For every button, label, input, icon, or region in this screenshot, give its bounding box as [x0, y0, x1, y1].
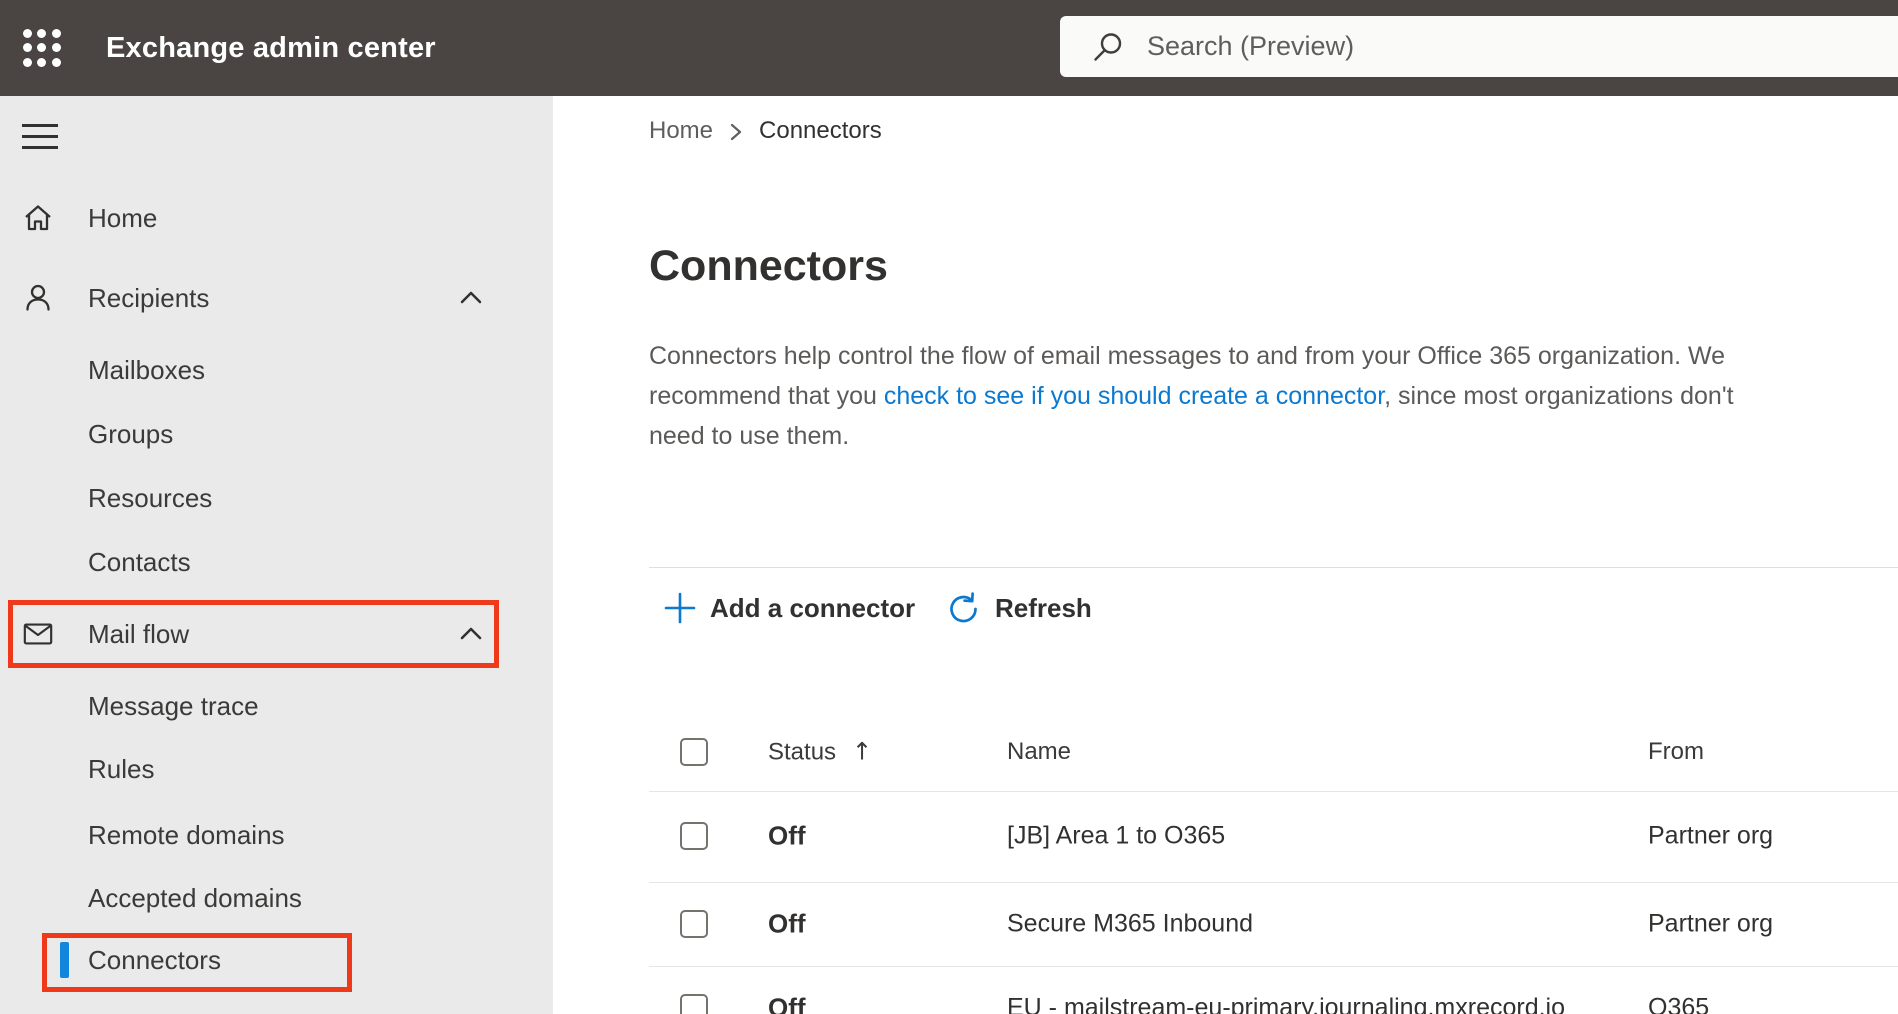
sidebar-item-rules[interactable]: Rules [0, 737, 553, 801]
breadcrumb-current: Connectors [759, 117, 882, 144]
cell-status: Off [768, 992, 806, 1014]
cell-name[interactable]: [JB] Area 1 to O365 [1007, 822, 1225, 851]
app-title: Exchange admin center [106, 31, 436, 64]
sidebar-item-resources[interactable]: Resources [0, 466, 553, 530]
row-checkbox[interactable] [680, 822, 708, 850]
chevron-up-icon[interactable] [458, 625, 484, 643]
sidebar-item-label: Message trace [88, 690, 259, 721]
refresh-label: Refresh [995, 592, 1092, 623]
description-text: , since most organizations don't [1384, 382, 1734, 410]
sidebar-item-recipients[interactable]: Recipients [0, 266, 553, 330]
description-line: Connectors help control the flow of emai… [649, 342, 1726, 370]
toolbar: Add a connector Refresh [553, 582, 1898, 634]
search-icon [1092, 31, 1124, 63]
sidebar-item-home[interactable]: Home [0, 186, 553, 250]
sidebar-item-mail-flow[interactable]: Mail flow [0, 602, 553, 666]
sidebar-item-label: Contacts [88, 546, 191, 577]
sidebar-item-label: Mailboxes [88, 354, 206, 385]
home-icon [22, 202, 54, 234]
top-app-bar: Exchange admin center [0, 0, 1898, 96]
column-header-from[interactable]: From [1648, 738, 1704, 766]
sidebar-item-label: Remote domains [88, 819, 285, 850]
sidebar-item-label: Mail flow [88, 618, 190, 649]
cell-status: Off [768, 820, 806, 851]
sidebar-item-label: Accepted domains [88, 882, 302, 913]
sidebar-item-label: Rules [88, 753, 155, 784]
cell-from: O365 [1648, 993, 1710, 1014]
chevron-right-icon [730, 123, 742, 141]
sidebar-item-accepted-domains[interactable]: Accepted domains [0, 866, 553, 930]
sidebar-item-label: Resources [88, 482, 213, 513]
column-header-name[interactable]: Name [1007, 738, 1071, 766]
search-input[interactable] [1124, 16, 1898, 77]
select-all-checkbox[interactable] [680, 738, 708, 766]
page-title: Connectors [649, 242, 888, 290]
sort-ascending-icon: ↑ [852, 737, 873, 766]
cell-status: Off [768, 908, 806, 939]
person-icon [22, 282, 54, 314]
selected-item-indicator [60, 942, 69, 978]
sidebar-item-label: Home [88, 202, 158, 233]
cell-from: Partner org [1648, 909, 1774, 938]
breadcrumb: Home Connectors [649, 114, 882, 148]
breadcrumb-home-link[interactable]: Home [649, 117, 713, 145]
hamburger-menu-icon[interactable] [22, 124, 58, 150]
sidebar-item-label: Connectors [88, 944, 221, 975]
main-content: Home Connectors Connectors Connectors he… [553, 96, 1898, 1014]
sidebar-item-message-trace[interactable]: Message trace [0, 674, 553, 738]
sidebar-item-groups[interactable]: Groups [0, 402, 553, 466]
description-text: recommend that you [649, 382, 884, 410]
sidebar-item-contacts[interactable]: Contacts [0, 530, 553, 594]
refresh-icon [950, 591, 977, 622]
app-launcher-waffle-icon[interactable] [20, 26, 64, 70]
page-description: Connectors help control the flow of emai… [649, 336, 1734, 456]
column-header-status[interactable]: Status ↑ [768, 738, 872, 767]
cell-name[interactable]: Secure M365 Inbound [1007, 910, 1253, 939]
add-connector-label: Add a connector [710, 592, 916, 623]
sidebar-item-mailboxes[interactable]: Mailboxes [0, 338, 553, 402]
table-row[interactable]: Off [JB] Area 1 to O365 Partner org [553, 792, 1898, 882]
toolbar-divider [649, 567, 1898, 568]
sidebar-nav: Home Recipients Mailboxes Groups Resourc… [0, 96, 553, 1014]
search-box[interactable] [1060, 16, 1898, 77]
add-connector-button[interactable]: Add a connector [663, 582, 915, 634]
envelope-icon [22, 620, 54, 648]
description-line: need to use them. [649, 422, 850, 450]
row-checkbox[interactable] [680, 994, 708, 1014]
sidebar-item-label: Groups [88, 418, 174, 449]
row-checkbox[interactable] [680, 910, 708, 938]
sidebar-item-remote-domains[interactable]: Remote domains [0, 803, 553, 867]
table-row[interactable]: Off EU - mailstream-eu-primary.journalin… [553, 966, 1898, 1014]
sidebar-item-connectors[interactable]: Connectors [0, 928, 553, 992]
table-row[interactable]: Off Secure M365 Inbound Partner org [553, 882, 1898, 966]
refresh-button[interactable]: Refresh [945, 582, 1092, 634]
plus-icon [664, 592, 696, 624]
create-connector-check-link[interactable]: check to see if you should create a conn… [884, 382, 1384, 410]
description-line: recommend that you check to see if you s… [649, 376, 1734, 416]
cell-from: Partner org [1648, 821, 1774, 850]
cell-name[interactable]: EU - mailstream-eu-primary.journaling.mx… [1007, 994, 1565, 1014]
chevron-up-icon[interactable] [458, 289, 484, 307]
sidebar-item-label: Recipients [88, 282, 210, 313]
table-header-row: Status ↑ Name From [553, 713, 1898, 791]
